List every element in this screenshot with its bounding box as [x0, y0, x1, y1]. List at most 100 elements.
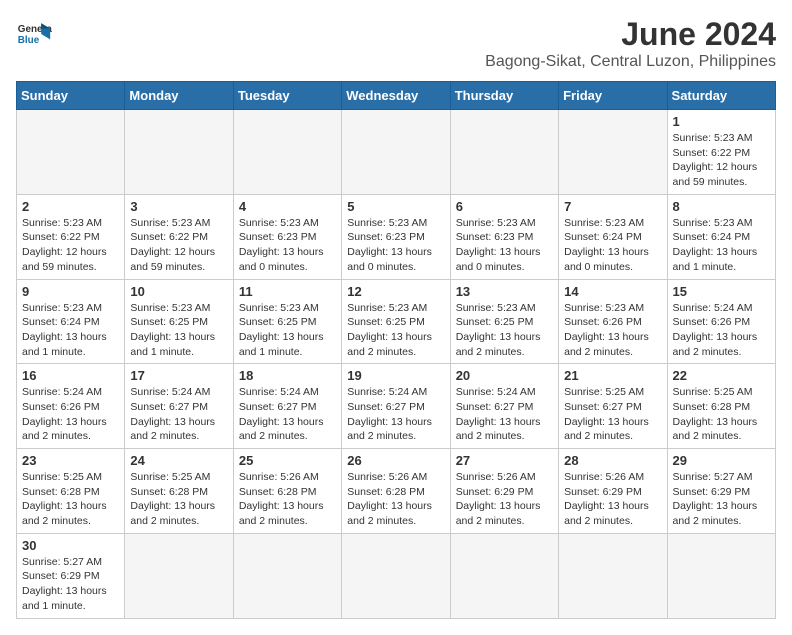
calendar-day-empty: [233, 110, 341, 195]
calendar-header-saturday: Saturday: [667, 82, 775, 110]
calendar-day-empty: [17, 110, 125, 195]
calendar-day-empty: [125, 110, 233, 195]
calendar-week-5: 23 Sunrise: 5:25 AMSunset: 6:28 PMDayligh…: [17, 449, 776, 534]
calendar-header-wednesday: Wednesday: [342, 82, 450, 110]
day-number: 24: [130, 453, 227, 468]
day-info: Sunrise: 5:23 AMSunset: 6:23 PMDaylight:…: [239, 216, 336, 275]
svg-text:Blue: Blue: [18, 35, 40, 46]
day-info: Sunrise: 5:24 AMSunset: 6:27 PMDaylight:…: [130, 385, 227, 444]
day-info: Sunrise: 5:23 AMSunset: 6:24 PMDaylight:…: [22, 301, 119, 360]
calendar-header-thursday: Thursday: [450, 82, 558, 110]
title-area: June 2024 Bagong-Sikat, Central Luzon, P…: [485, 16, 776, 71]
calendar-header-monday: Monday: [125, 82, 233, 110]
day-number: 4: [239, 199, 336, 214]
calendar-day-6: 6Sunrise: 5:23 AMSunset: 6:23 PMDaylight…: [450, 194, 558, 279]
calendar-day-empty: [450, 533, 558, 618]
logo-icon: General Blue: [16, 16, 52, 52]
day-info: Sunrise: 5:23 AMSunset: 6:25 PMDaylight:…: [456, 301, 553, 360]
day-info: Sunrise: 5:26 AMSunset: 6:28 PMDaylight:…: [239, 470, 336, 529]
day-number: 19: [347, 368, 444, 383]
calendar-day-30: 30 Sunrise: 5:27 AMSunset: 6:29 PMDayligh…: [17, 533, 125, 618]
calendar-day-10: 10 Sunrise: 5:23 AMSunset: 6:25 PMDayligh…: [125, 279, 233, 364]
day-info: Sunrise: 5:24 AMSunset: 6:26 PMDaylight:…: [673, 301, 770, 360]
day-info: Sunrise: 5:23 AMSunset: 6:23 PMDaylight:…: [456, 216, 553, 275]
day-number: 8: [673, 199, 770, 214]
day-number: 25: [239, 453, 336, 468]
calendar-day-14: 14Sunrise: 5:23 AMSunset: 6:26 PMDayligh…: [559, 279, 667, 364]
calendar-day-18: 18 Sunrise: 5:24 AMSunset: 6:27 PMDayligh…: [233, 364, 341, 449]
calendar-day-26: 26Sunrise: 5:26 AMSunset: 6:28 PMDayligh…: [342, 449, 450, 534]
day-number: 11: [239, 284, 336, 299]
day-info: Sunrise: 5:25 AMSunset: 6:28 PMDaylight:…: [673, 385, 770, 444]
day-number: 17: [130, 368, 227, 383]
day-info: Sunrise: 5:23 AMSunset: 6:22 PMDaylight:…: [22, 216, 119, 275]
day-info: Sunrise: 5:25 AMSunset: 6:28 PMDaylight:…: [130, 470, 227, 529]
day-number: 7: [564, 199, 661, 214]
day-number: 18: [239, 368, 336, 383]
calendar-day-3: 3 Sunrise: 5:23 AMSunset: 6:22 PMDaylight…: [125, 194, 233, 279]
day-number: 3: [130, 199, 227, 214]
day-number: 26: [347, 453, 444, 468]
day-number: 28: [564, 453, 661, 468]
calendar-day-17: 17 Sunrise: 5:24 AMSunset: 6:27 PMDayligh…: [125, 364, 233, 449]
day-number: 30: [22, 538, 119, 553]
calendar-day-16: 16Sunrise: 5:24 AMSunset: 6:26 PMDayligh…: [17, 364, 125, 449]
calendar-week-6: 30 Sunrise: 5:27 AMSunset: 6:29 PMDayligh…: [17, 533, 776, 618]
day-number: 29: [673, 453, 770, 468]
day-number: 20: [456, 368, 553, 383]
calendar-day-21: 21Sunrise: 5:25 AMSunset: 6:27 PMDayligh…: [559, 364, 667, 449]
calendar-day-empty: [233, 533, 341, 618]
calendar-week-4: 16Sunrise: 5:24 AMSunset: 6:26 PMDayligh…: [17, 364, 776, 449]
day-info: Sunrise: 5:24 AMSunset: 6:27 PMDaylight:…: [456, 385, 553, 444]
calendar-day-empty: [559, 533, 667, 618]
calendar-day-22: 22Sunrise: 5:25 AMSunset: 6:28 PMDayligh…: [667, 364, 775, 449]
calendar-header-tuesday: Tuesday: [233, 82, 341, 110]
calendar-day-23: 23Sunrise: 5:25 AMSunset: 6:28 PMDayligh…: [17, 449, 125, 534]
logo: General Blue: [16, 16, 52, 52]
calendar-day-empty: [667, 533, 775, 618]
day-info: Sunrise: 5:23 AMSunset: 6:22 PMDaylight:…: [130, 216, 227, 275]
calendar-table: SundayMondayTuesdayWednesdayThursdayFrid…: [16, 81, 776, 619]
day-info: Sunrise: 5:24 AMSunset: 6:27 PMDaylight:…: [239, 385, 336, 444]
calendar-header-row: SundayMondayTuesdayWednesdayThursdayFrid…: [17, 82, 776, 110]
calendar-week-1: 1Sunrise: 5:23 AMSunset: 6:22 PMDaylight…: [17, 110, 776, 195]
day-number: 2: [22, 199, 119, 214]
calendar-week-2: 2 Sunrise: 5:23 AMSunset: 6:22 PMDaylight…: [17, 194, 776, 279]
calendar-day-28: 28Sunrise: 5:26 AMSunset: 6:29 PMDayligh…: [559, 449, 667, 534]
calendar-day-25: 25 Sunrise: 5:26 AMSunset: 6:28 PMDayligh…: [233, 449, 341, 534]
calendar-day-20: 20 Sunrise: 5:24 AMSunset: 6:27 PMDayligh…: [450, 364, 558, 449]
day-info: Sunrise: 5:26 AMSunset: 6:29 PMDaylight:…: [456, 470, 553, 529]
calendar-day-19: 19 Sunrise: 5:24 AMSunset: 6:27 PMDayligh…: [342, 364, 450, 449]
calendar-day-4: 4 Sunrise: 5:23 AMSunset: 6:23 PMDaylight…: [233, 194, 341, 279]
day-info: Sunrise: 5:27 AMSunset: 6:29 PMDaylight:…: [22, 555, 119, 614]
calendar-day-29: 29Sunrise: 5:27 AMSunset: 6:29 PMDayligh…: [667, 449, 775, 534]
day-info: Sunrise: 5:23 AMSunset: 6:23 PMDaylight:…: [347, 216, 444, 275]
calendar-day-8: 8Sunrise: 5:23 AMSunset: 6:24 PMDaylight…: [667, 194, 775, 279]
calendar-day-empty: [342, 110, 450, 195]
calendar-day-empty: [342, 533, 450, 618]
day-number: 27: [456, 453, 553, 468]
calendar-day-1: 1Sunrise: 5:23 AMSunset: 6:22 PMDaylight…: [667, 110, 775, 195]
calendar-day-5: 5Sunrise: 5:23 AMSunset: 6:23 PMDaylight…: [342, 194, 450, 279]
location-title: Bagong-Sikat, Central Luzon, Philippines: [485, 53, 776, 71]
day-number: 1: [673, 114, 770, 129]
day-number: 23: [22, 453, 119, 468]
calendar-day-11: 11Sunrise: 5:23 AMSunset: 6:25 PMDayligh…: [233, 279, 341, 364]
day-number: 15: [673, 284, 770, 299]
calendar-day-empty: [450, 110, 558, 195]
calendar-day-24: 24 Sunrise: 5:25 AMSunset: 6:28 PMDayligh…: [125, 449, 233, 534]
day-number: 12: [347, 284, 444, 299]
calendar-header-sunday: Sunday: [17, 82, 125, 110]
calendar-day-9: 9Sunrise: 5:23 AMSunset: 6:24 PMDaylight…: [17, 279, 125, 364]
calendar-day-empty: [559, 110, 667, 195]
calendar-day-7: 7Sunrise: 5:23 AMSunset: 6:24 PMDaylight…: [559, 194, 667, 279]
day-info: Sunrise: 5:25 AMSunset: 6:27 PMDaylight:…: [564, 385, 661, 444]
calendar-day-2: 2 Sunrise: 5:23 AMSunset: 6:22 PMDaylight…: [17, 194, 125, 279]
day-number: 10: [130, 284, 227, 299]
day-info: Sunrise: 5:23 AMSunset: 6:25 PMDaylight:…: [130, 301, 227, 360]
calendar-day-13: 13Sunrise: 5:23 AMSunset: 6:25 PMDayligh…: [450, 279, 558, 364]
day-info: Sunrise: 5:24 AMSunset: 6:26 PMDaylight:…: [22, 385, 119, 444]
calendar-week-3: 9Sunrise: 5:23 AMSunset: 6:24 PMDaylight…: [17, 279, 776, 364]
calendar-day-empty: [125, 533, 233, 618]
day-info: Sunrise: 5:24 AMSunset: 6:27 PMDaylight:…: [347, 385, 444, 444]
